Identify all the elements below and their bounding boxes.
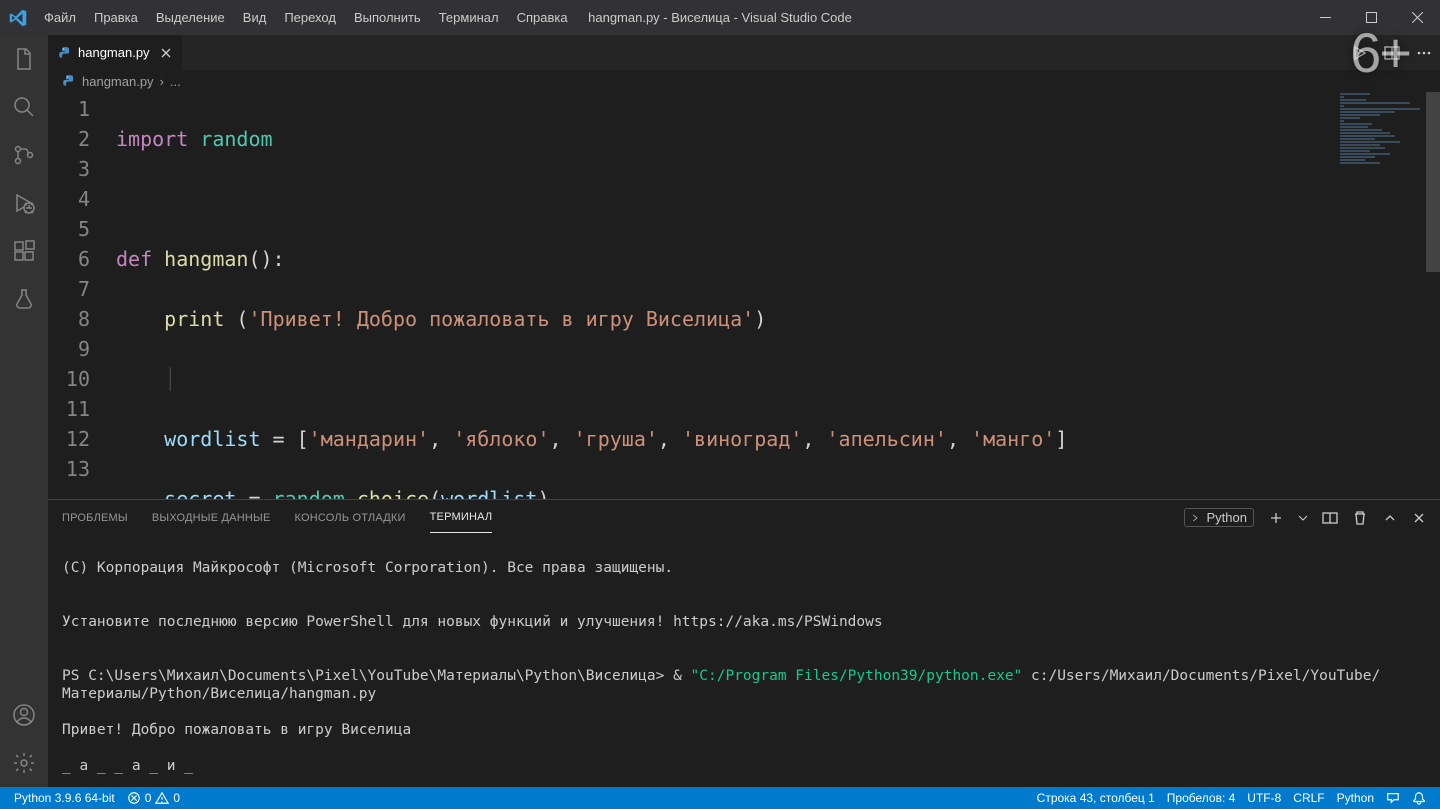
split-terminal-icon[interactable] — [1322, 510, 1338, 526]
terminal-content[interactable]: (C) Корпорация Майкрософт (Microsoft Cor… — [48, 535, 1440, 787]
maximize-panel-icon[interactable] — [1382, 510, 1398, 526]
minimize-button[interactable] — [1302, 0, 1348, 35]
chevron-down-icon[interactable] — [1298, 513, 1308, 523]
tab-label: hangman.py — [78, 45, 150, 60]
menu-go[interactable]: Переход — [275, 0, 345, 35]
menu-view[interactable]: Вид — [234, 0, 276, 35]
status-notifications-icon[interactable] — [1406, 791, 1432, 805]
panel-actions: Python — [1184, 508, 1426, 527]
panel-tab-problems[interactable]: ПРОБЛЕМЫ — [62, 503, 128, 533]
menu-bar: Файл Правка Выделение Вид Переход Выполн… — [35, 0, 577, 35]
testing-icon[interactable] — [0, 275, 48, 323]
menu-terminal[interactable]: Терминал — [430, 0, 508, 35]
scrollbar-thumb[interactable] — [1426, 92, 1440, 272]
status-indentation[interactable]: Пробелов: 4 — [1161, 791, 1242, 805]
settings-gear-icon[interactable] — [0, 739, 48, 787]
python-file-icon — [62, 74, 76, 88]
more-actions-icon[interactable] — [1416, 45, 1432, 61]
bottom-panel: ПРОБЛЕМЫ ВЫХОДНЫЕ ДАННЫЕ КОНСОЛЬ ОТЛАДКИ… — [48, 499, 1440, 787]
panel-tabs: ПРОБЛЕМЫ ВЫХОДНЫЕ ДАННЫЕ КОНСОЛЬ ОТЛАДКИ… — [48, 500, 1440, 535]
vscode-logo-icon — [0, 0, 35, 35]
menu-run[interactable]: Выполнить — [345, 0, 430, 35]
window-title: hangman.py - Виселица - Visual Studio Co… — [588, 10, 852, 25]
status-eol[interactable]: CRLF — [1287, 791, 1330, 805]
status-python-env[interactable]: Python 3.9.6 64-bit — [8, 791, 121, 805]
breadcrumb-file: hangman.py — [82, 74, 154, 89]
editor-tabs: hangman.py — [48, 35, 1440, 70]
code-content[interactable]: import random def hangman(): print ('При… — [116, 92, 1440, 499]
editor[interactable]: 1 2 3 4 5 6 7 8 9 10 11 12 13 import ran… — [48, 92, 1440, 499]
menu-edit[interactable]: Правка — [85, 0, 147, 35]
close-panel-icon[interactable] — [1412, 511, 1426, 525]
chevron-right-icon: › — [160, 74, 164, 89]
panel-tab-terminal[interactable]: ТЕРМИНАЛ — [430, 502, 493, 533]
tab-close-icon[interactable] — [160, 47, 172, 59]
tab-hangman[interactable]: hangman.py — [48, 35, 183, 70]
search-icon[interactable] — [0, 83, 48, 131]
status-language[interactable]: Python — [1331, 791, 1380, 805]
explorer-icon[interactable] — [0, 35, 48, 83]
line-gutter: 1 2 3 4 5 6 7 8 9 10 11 12 13 — [48, 92, 116, 499]
status-bar: Python 3.9.6 64-bit 0 0 Строка 43, столб… — [0, 787, 1440, 809]
terminal-type-selector[interactable]: Python — [1184, 508, 1254, 527]
python-file-icon — [58, 46, 72, 60]
status-feedback-icon[interactable] — [1380, 791, 1406, 805]
editor-scrollbar[interactable] — [1426, 92, 1440, 499]
source-control-icon[interactable] — [0, 131, 48, 179]
menu-help[interactable]: Справка — [508, 0, 577, 35]
panel-tab-debug-console[interactable]: КОНСОЛЬ ОТЛАДКИ — [294, 503, 405, 533]
kill-terminal-icon[interactable] — [1352, 510, 1368, 526]
extensions-icon[interactable] — [0, 227, 48, 275]
status-encoding[interactable]: UTF-8 — [1241, 791, 1287, 805]
run-debug-icon[interactable] — [0, 179, 48, 227]
accounts-icon[interactable] — [0, 691, 48, 739]
activity-bar — [0, 35, 48, 787]
breadcrumb-more: ... — [170, 74, 181, 89]
new-terminal-icon[interactable] — [1268, 510, 1284, 526]
menu-file[interactable]: Файл — [35, 0, 85, 35]
status-cursor-position[interactable]: Строка 43, столбец 1 — [1031, 791, 1161, 805]
menu-selection[interactable]: Выделение — [147, 0, 234, 35]
minimap[interactable] — [1336, 92, 1426, 499]
panel-tab-output[interactable]: ВЫХОДНЫЕ ДАННЫЕ — [152, 503, 271, 533]
breadcrumb[interactable]: hangman.py › ... — [48, 70, 1440, 92]
status-problems[interactable]: 0 0 — [121, 791, 186, 805]
title-bar: Файл Правка Выделение Вид Переход Выполн… — [0, 0, 1440, 35]
age-rating-watermark: 6+ — [1350, 20, 1410, 85]
